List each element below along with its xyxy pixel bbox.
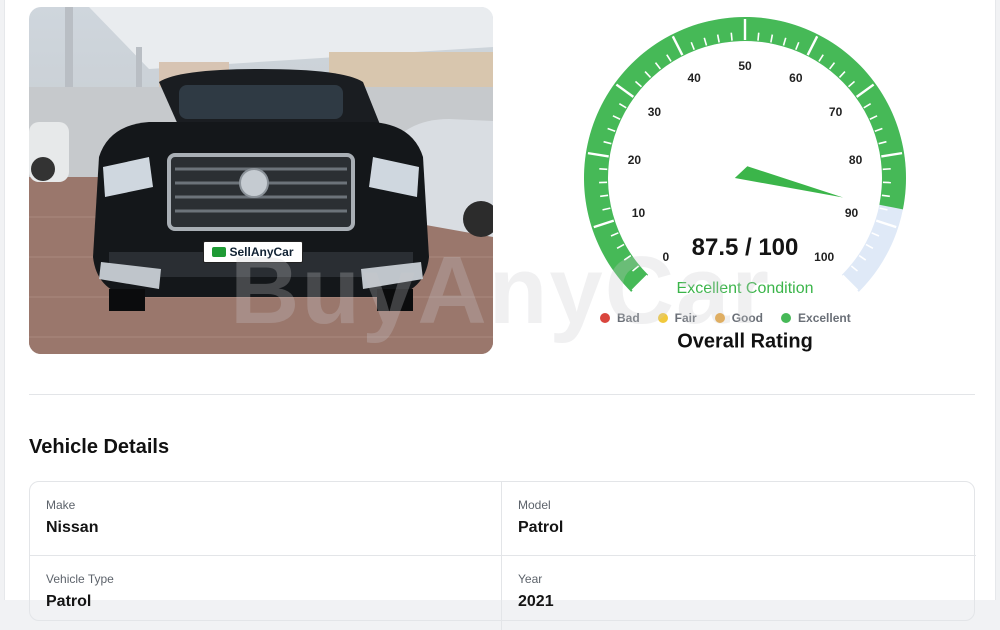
inspection-card: SellAnyCar 0 10 20 30 40 50 60 70 80 90 100 87.5 /… — [4, 0, 996, 600]
license-plate: SellAnyCar — [203, 241, 303, 263]
gauge-tick-label: 100 — [814, 250, 834, 264]
rating-gauge: 0 10 20 30 40 50 60 70 80 90 100 87.5 / 100 Excell… — [575, 10, 915, 340]
gauge-tick-label: 10 — [632, 206, 645, 220]
vehicle-details-title: Vehicle Details — [29, 436, 169, 459]
detail-vehicle-type: Vehicle Type Patrol — [30, 556, 502, 630]
score-text: 87.5 / 100 — [692, 234, 799, 262]
legend-label: Good — [732, 311, 763, 325]
legend-label: Bad — [617, 311, 640, 325]
plate-text: SellAnyCar — [229, 245, 293, 259]
detail-value: Patrol — [46, 593, 485, 611]
gauge-tick-label: 40 — [687, 71, 700, 85]
gauge-tick-label: 70 — [829, 105, 842, 119]
detail-label: Vehicle Type — [46, 572, 485, 586]
gauge-tick-label: 0 — [662, 250, 669, 264]
gauge-tick-label: 60 — [789, 71, 802, 85]
gauge-minor-tick — [599, 169, 607, 170]
overall-rating-title: Overall Rating — [677, 331, 813, 354]
detail-value: 2021 — [518, 593, 960, 611]
detail-value: Nissan — [46, 519, 485, 537]
vehicle-photo[interactable]: SellAnyCar — [29, 7, 493, 354]
detail-label: Model — [518, 498, 960, 512]
gauge-minor-tick — [758, 33, 759, 41]
legend-dot — [781, 313, 791, 323]
legend-dot — [715, 313, 725, 323]
vehicle-details-grid: Make Nissan Model Patrol Vehicle Type Pa… — [29, 481, 975, 621]
detail-model: Model Patrol — [502, 482, 976, 556]
gauge-needle — [735, 166, 843, 197]
gauge-tick-label: 50 — [738, 59, 751, 73]
rating-legend: Bad Fair Good Excellent — [600, 311, 851, 325]
condition-text: Excellent Condition — [677, 280, 814, 298]
detail-label: Make — [46, 498, 485, 512]
logo-icon — [212, 247, 226, 257]
detail-year: Year 2021 — [502, 556, 976, 630]
section-divider — [29, 394, 975, 395]
legend-dot — [658, 313, 668, 323]
detail-label: Year — [518, 572, 960, 586]
legend-item-bad: Bad — [600, 311, 640, 325]
legend-item-fair: Fair — [658, 311, 697, 325]
gauge-tick-label: 90 — [845, 206, 858, 220]
legend-label: Fair — [675, 311, 697, 325]
legend-item-excellent: Excellent — [781, 311, 851, 325]
gauge-tick-label: 80 — [849, 153, 862, 167]
gauge-tick-label: 30 — [648, 105, 661, 119]
detail-make: Make Nissan — [30, 482, 502, 556]
detail-value: Patrol — [518, 519, 960, 537]
gauge-minor-tick — [600, 195, 608, 196]
car-illustration — [29, 7, 493, 354]
gauge-minor-tick — [883, 169, 891, 170]
legend-dot — [600, 313, 610, 323]
gauge-minor-tick — [882, 195, 890, 196]
legend-label: Excellent — [798, 311, 851, 325]
legend-item-good: Good — [715, 311, 763, 325]
gauge-minor-tick — [731, 33, 732, 41]
gauge-tick-label: 20 — [628, 153, 641, 167]
